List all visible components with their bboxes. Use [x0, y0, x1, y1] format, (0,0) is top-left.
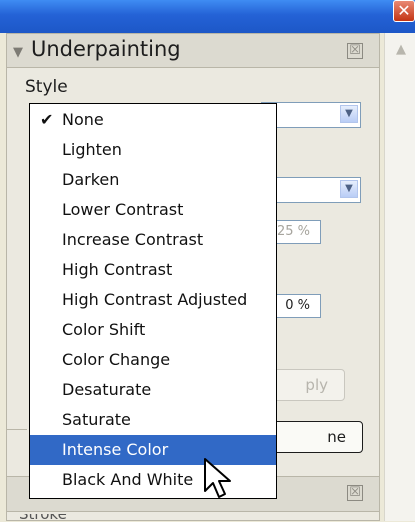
dropdown-item-label: High Contrast Adjusted — [62, 290, 248, 309]
panel-title: Underpainting — [31, 37, 181, 61]
scroll-up-arrow-icon[interactable]: ▲ — [392, 41, 410, 59]
dropdown-item-darken[interactable]: Darken — [30, 165, 276, 195]
panel-header[interactable]: ▼ Underpainting ☒ — [7, 34, 379, 68]
dropdown-item-high-contrast-adjusted[interactable]: High Contrast Adjusted — [30, 285, 276, 315]
checkmark-icon: ✔ — [40, 110, 54, 129]
dropdown-item-label: Black And White — [62, 470, 194, 489]
dropdown-item-label: Intense Color — [62, 440, 169, 459]
dropdown-item-lighten[interactable]: Lighten — [30, 135, 276, 165]
dropdown-item-increase-contrast[interactable]: Increase Contrast — [30, 225, 276, 255]
vertical-scrollbar[interactable]: ▲ — [384, 33, 415, 521]
dropdown-item-label: Color Shift — [62, 320, 146, 339]
window-titlebar: ✕ — [0, 0, 415, 33]
divider — [7, 429, 27, 430]
dropdown-item-label: Darken — [62, 170, 120, 189]
chevron-down-icon[interactable]: ▼ — [340, 105, 358, 123]
dropdown-item-black-and-white[interactable]: Black And White — [30, 465, 276, 495]
dropdown-item-label: Color Change — [62, 350, 171, 369]
mouse-pointer-icon — [204, 458, 231, 498]
dropdown-item-high-contrast[interactable]: High Contrast — [30, 255, 276, 285]
dropdown-item-label: Lighten — [62, 140, 122, 159]
dropdown-item-color-shift[interactable]: Color Shift — [30, 315, 276, 345]
dropdown-item-color-change[interactable]: Color Change — [30, 345, 276, 375]
chevron-down-icon[interactable]: ▼ — [340, 180, 358, 198]
section2-close-icon[interactable]: ☒ — [347, 485, 363, 501]
dropdown-item-none[interactable]: ✔ None — [30, 105, 276, 135]
dropdown-item-label: Saturate — [62, 410, 131, 429]
dropdown-item-desaturate[interactable]: Desaturate — [30, 375, 276, 405]
dropdown-item-intense-color[interactable]: Intense Color — [30, 435, 276, 465]
dropdown-item-label: High Contrast — [62, 260, 173, 279]
dropdown-item-label: Lower Contrast — [62, 200, 184, 219]
dropdown-item-lower-contrast[interactable]: Lower Contrast — [30, 195, 276, 225]
collapse-triangle-icon[interactable]: ▼ — [13, 45, 23, 60]
panel-close-icon[interactable]: ☒ — [347, 43, 363, 59]
dropdown-item-label: None — [62, 110, 104, 129]
style-label: Style — [25, 77, 68, 97]
dropdown-item-saturate[interactable]: Saturate — [30, 405, 276, 435]
style-dropdown-list[interactable]: ✔ None Lighten Darken Lower Contrast Inc… — [29, 103, 277, 499]
dropdown-item-label: Increase Contrast — [62, 230, 204, 249]
dropdown-item-label: Desaturate — [62, 380, 152, 399]
window-close-button[interactable]: ✕ — [393, 0, 415, 22]
